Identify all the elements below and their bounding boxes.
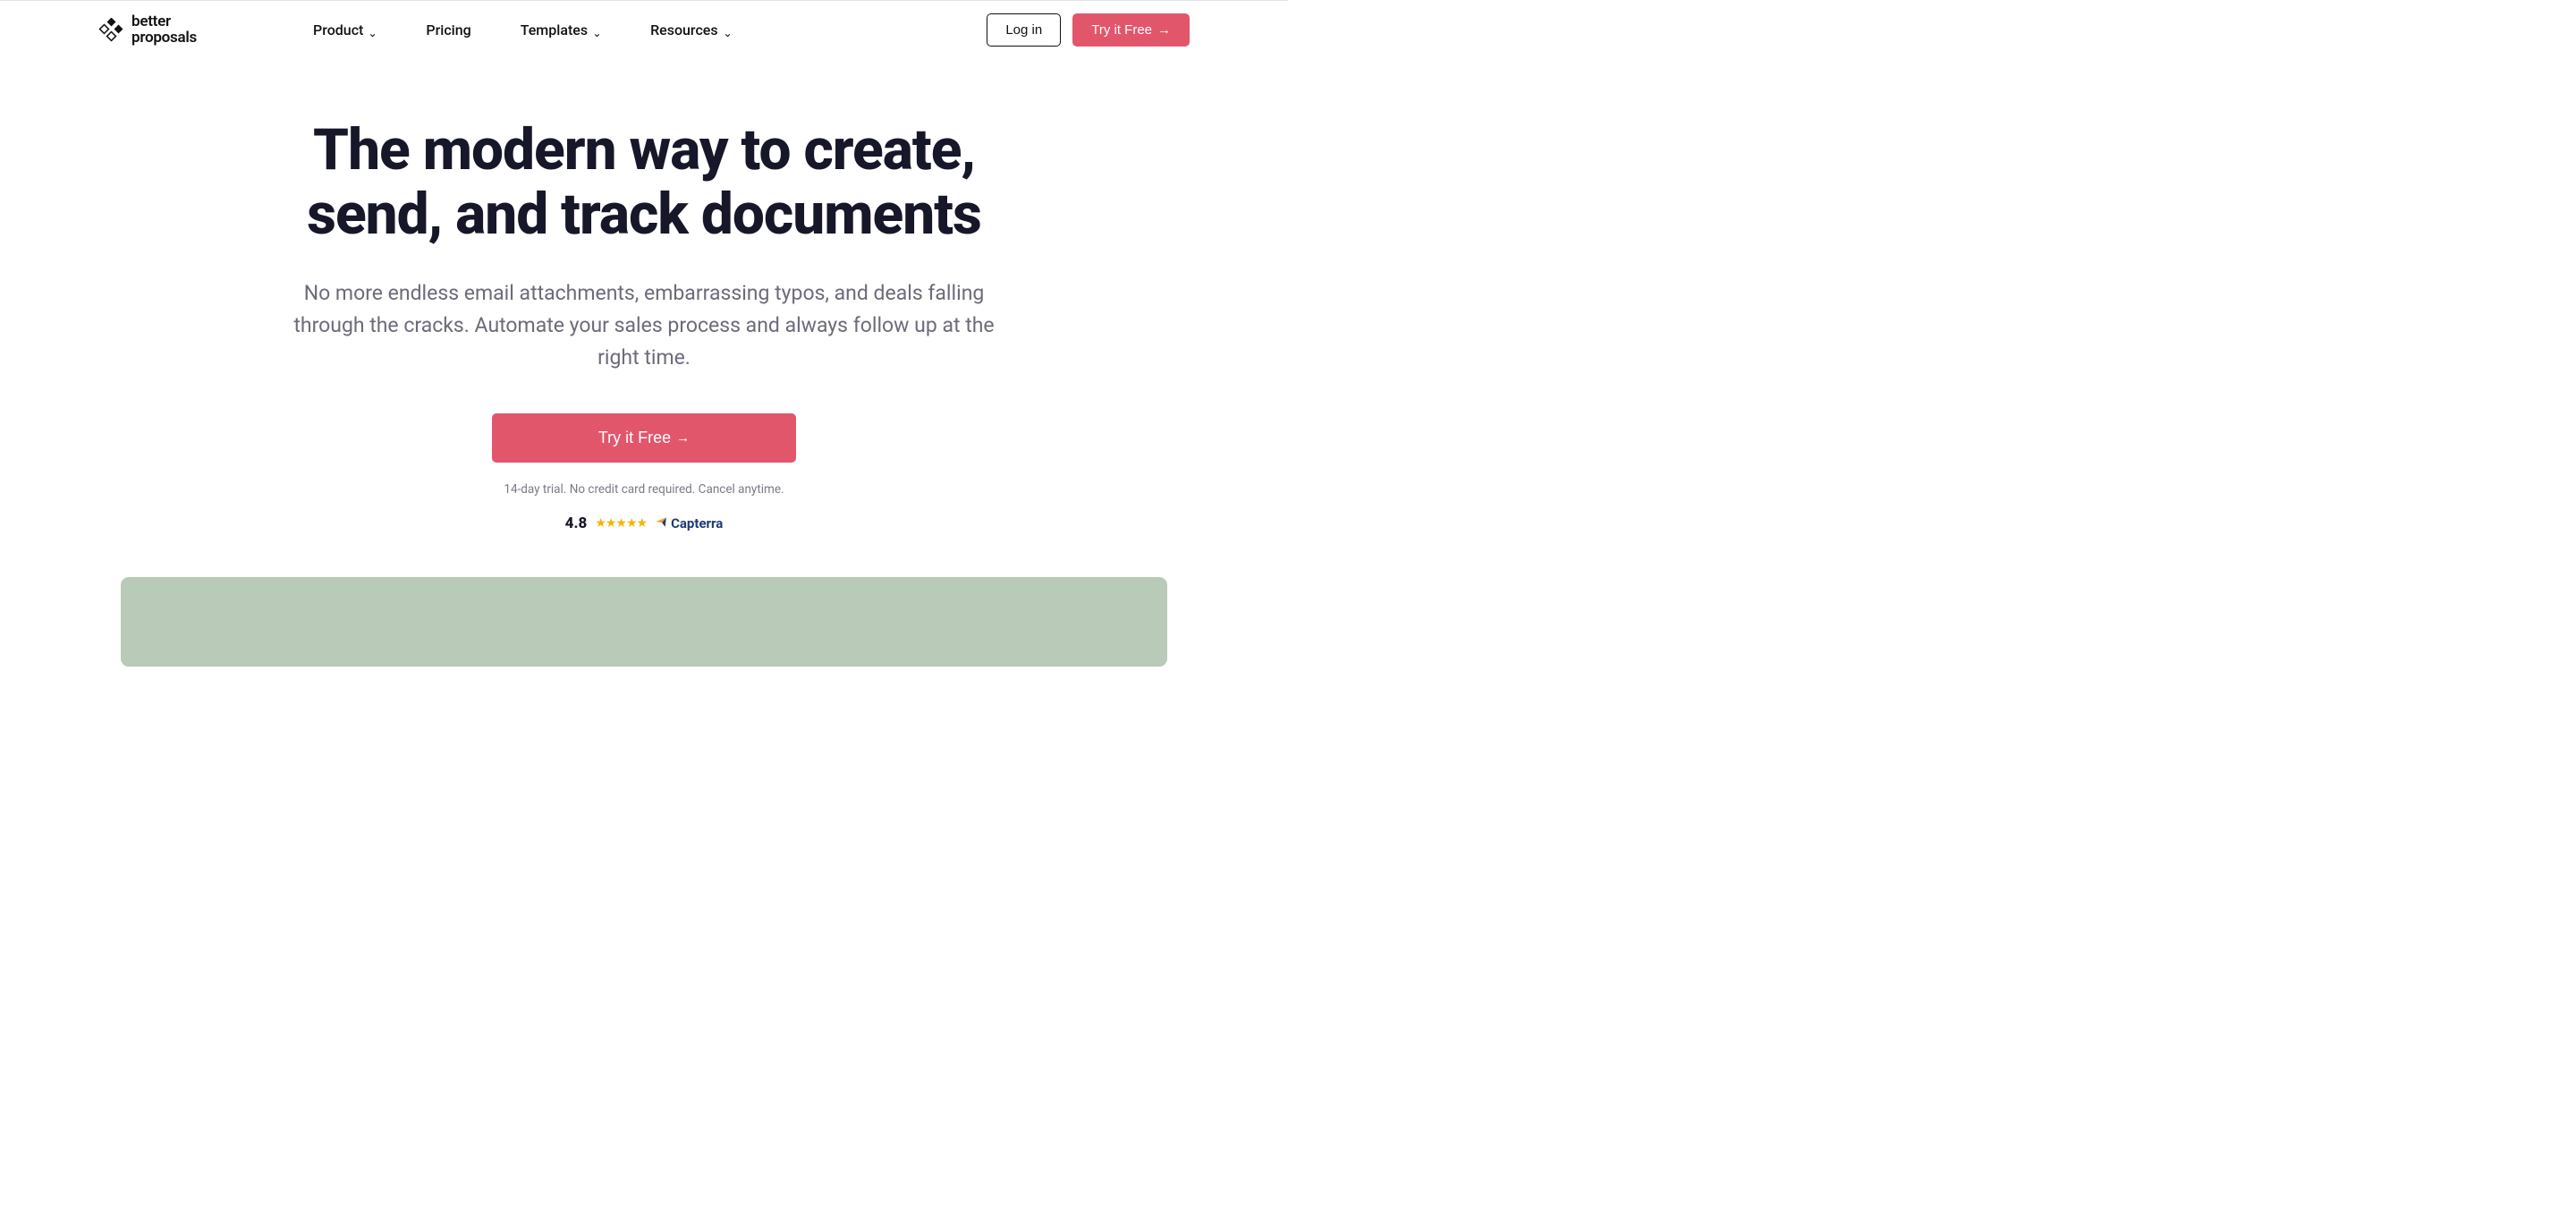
- arrow-right-icon: →: [676, 431, 690, 445]
- hero-headline: The modern way to create, send, and trac…: [264, 118, 1024, 246]
- chevron-down-icon: [369, 26, 377, 34]
- nav-actions: Log in Try it Free →: [987, 13, 1190, 47]
- nav-item-pricing[interactable]: Pricing: [426, 21, 470, 38]
- nav-label: Resources: [650, 21, 718, 38]
- rating-score: 4.8: [565, 514, 588, 532]
- rating-stars: ★★★★★: [595, 516, 647, 531]
- login-label: Log in: [1005, 22, 1042, 38]
- nav-links: Product Pricing Templates Resources: [313, 21, 732, 38]
- nav-item-product[interactable]: Product: [313, 21, 377, 38]
- chevron-down-icon: [724, 26, 732, 34]
- hero-cta-label: Try it Free: [598, 429, 671, 447]
- try-free-button[interactable]: Try it Free →: [1072, 13, 1190, 47]
- media-band: [121, 577, 1167, 667]
- nav-item-templates[interactable]: Templates: [521, 21, 601, 38]
- hero-subhead: No more endless email attachments, embar…: [277, 277, 1011, 373]
- rating-row: 4.8 ★★★★★ Capterra: [98, 514, 1190, 532]
- try-free-label: Try it Free: [1091, 22, 1152, 38]
- nav-label: Templates: [521, 21, 588, 38]
- hero-fineprint: 14-day trial. No credit card required. C…: [98, 482, 1190, 497]
- top-nav: better proposals Product Pricing Templat…: [98, 1, 1190, 55]
- logo[interactable]: better proposals: [98, 14, 197, 47]
- nav-label: Product: [313, 21, 363, 38]
- rating-source-label: Capterra: [671, 515, 723, 531]
- hero: The modern way to create, send, and trac…: [98, 55, 1190, 532]
- login-button[interactable]: Log in: [987, 13, 1061, 47]
- arrow-right-icon: →: [1157, 23, 1171, 37]
- capterra-icon: [655, 515, 667, 531]
- nav-item-resources[interactable]: Resources: [650, 21, 732, 38]
- rating-source[interactable]: Capterra: [655, 515, 723, 531]
- logo-text: better proposals: [131, 14, 197, 47]
- chevron-down-icon: [593, 26, 601, 34]
- logo-icon: [98, 18, 123, 43]
- hero-cta-row: Try it Free →: [98, 413, 1190, 463]
- nav-label: Pricing: [426, 21, 470, 38]
- hero-try-free-button[interactable]: Try it Free →: [492, 413, 796, 463]
